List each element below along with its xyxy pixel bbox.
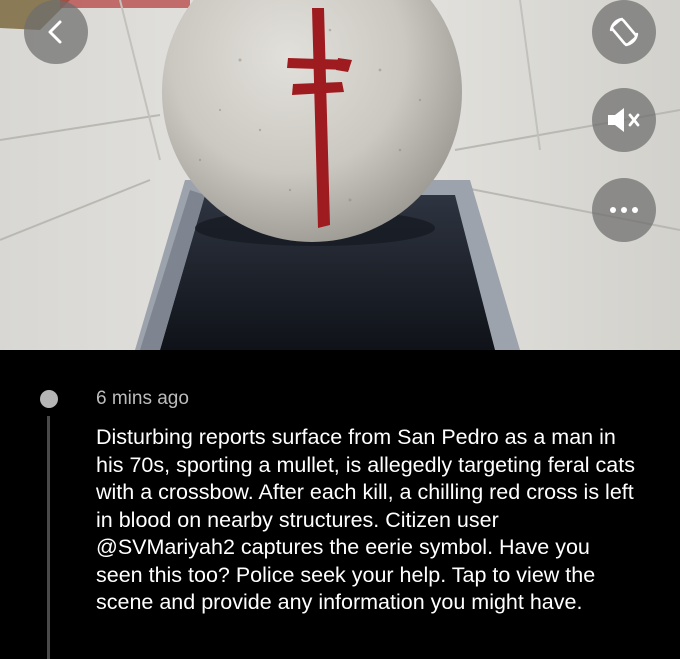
- incident-video[interactable]: [0, 0, 680, 350]
- rotate-screen-icon: [605, 13, 643, 51]
- rotate-screen-button[interactable]: [592, 0, 656, 64]
- speaker-muted-icon: [605, 105, 643, 135]
- more-options-button[interactable]: [592, 178, 656, 242]
- scene-image: [0, 0, 680, 350]
- incident-screen: 6 mins ago Disturbing reports surface fr…: [0, 0, 680, 659]
- timeline-line: [47, 416, 50, 659]
- back-button[interactable]: [24, 0, 88, 64]
- more-dots-icon: [609, 206, 639, 214]
- timeline-dot: [40, 390, 58, 408]
- mute-button[interactable]: [592, 88, 656, 152]
- update-timestamp: 6 mins ago: [96, 388, 189, 409]
- update-description: Disturbing reports surface from San Pedr…: [96, 425, 635, 614]
- incident-update[interactable]: 6 mins ago Disturbing reports surface fr…: [0, 350, 680, 659]
- chevron-left-icon: [42, 18, 70, 46]
